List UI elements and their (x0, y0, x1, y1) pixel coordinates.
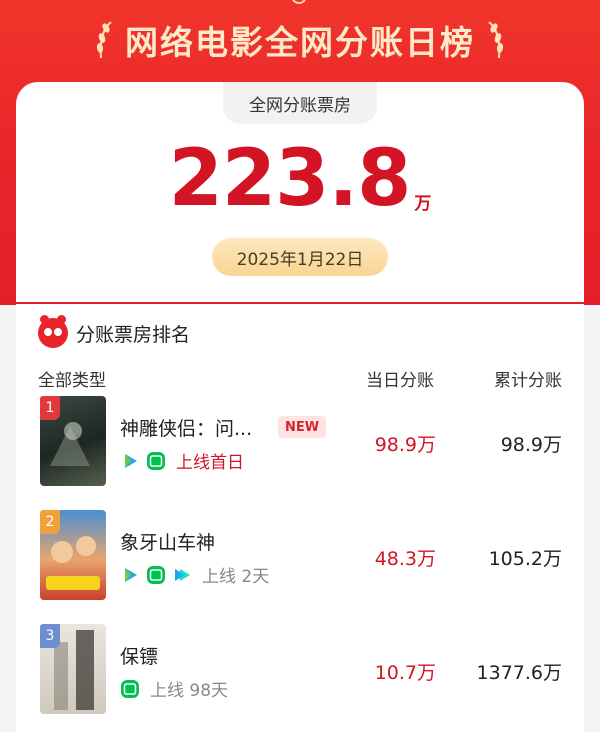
summary-label: 全网分账票房 (249, 95, 351, 116)
daily-revenue: 48.3万 (374, 548, 436, 570)
summary-label-tab: 全网分账票房 (223, 82, 377, 124)
page-title: 网络电影全网分账日榜 (125, 23, 475, 62)
laurel-left-icon (96, 21, 112, 59)
movie-title: 保镖 (120, 646, 159, 668)
ranking-header: 分账票房排名 (38, 315, 191, 348)
iqiyi-icon (121, 679, 139, 698)
total-box-office-value: 223.8 (168, 134, 412, 224)
page-header: 网络电影全网分账日榜 (0, 12, 600, 68)
total-revenue: 1377.6万 (476, 662, 562, 684)
movie-title: 神雕侠侣：问... (120, 418, 253, 440)
release-status: 上线 2天 (202, 567, 270, 587)
ranking-card: 分账票房排名 全部类型 当日分账 累计分账 1 神雕侠侣：问... NEW 上线 (16, 304, 584, 732)
column-headers: 全部类型 当日分账 累计分账 (38, 366, 562, 391)
daily-revenue: 98.9万 (374, 434, 436, 456)
rank-badge: 1 (40, 396, 60, 420)
total-box-office: 223.8 万 (16, 140, 584, 218)
col-total[interactable]: 累计分账 (494, 366, 562, 391)
movie-title: 象牙山车神 (120, 532, 216, 554)
release-status: 上线 98天 (150, 681, 229, 701)
filter-all-types[interactable]: 全部类型 (38, 366, 106, 391)
release-status: 上线首日 (176, 453, 244, 473)
ranking-row[interactable]: 3 保镖 上线 98天 10.7万 1377.6万 (16, 624, 584, 732)
total-revenue: 105.2万 (488, 548, 562, 570)
new-badge: NEW (278, 416, 327, 438)
platform-list: 上线 98天 (120, 676, 228, 701)
platform-list: 上线 2天 (120, 562, 269, 587)
platform-list: 上线首日 (120, 448, 244, 473)
mascot-icon (38, 315, 68, 348)
daily-revenue: 10.7万 (374, 662, 436, 684)
date-selector[interactable]: 2025年1月22日 (212, 238, 388, 276)
rank-badge: 3 (40, 624, 60, 648)
col-daily[interactable]: 当日分账 (366, 366, 434, 391)
iqiyi-icon (147, 565, 165, 584)
ranking-title: 分账票房排名 (76, 323, 191, 346)
rank-badge: 2 (40, 510, 60, 534)
iqiyi-icon (147, 451, 165, 470)
total-box-office-unit: 万 (414, 194, 432, 214)
tencent-video-icon (125, 567, 137, 582)
laurel-right-icon (488, 21, 504, 59)
ranking-row[interactable]: 2 象牙山车神 上线 2天 48.3万 105.2万 (16, 510, 584, 624)
summary-card: 全网分账票房 223.8 万 2025年1月22日 (16, 82, 584, 302)
total-revenue: 98.9万 (500, 434, 562, 456)
tencent-video-icon (125, 453, 137, 468)
youku-icon (175, 568, 190, 581)
ranking-row[interactable]: 1 神雕侠侣：问... NEW 上线首日 98.9万 98.9万 (16, 396, 584, 510)
